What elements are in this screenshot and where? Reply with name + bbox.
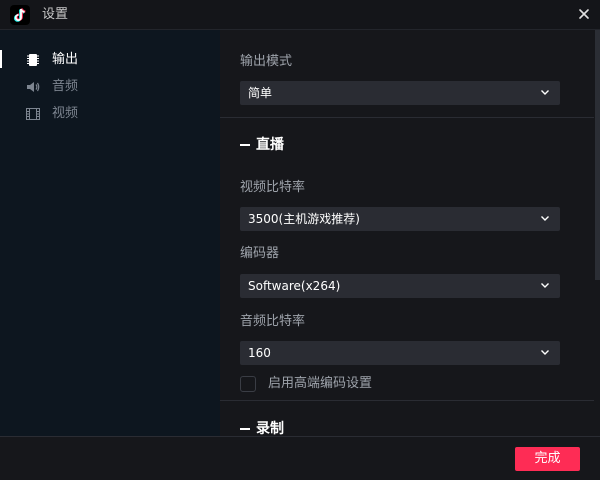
select-value: Software(x264) <box>248 279 341 293</box>
audio-bitrate-label: 音频比特率 <box>240 314 306 329</box>
output-chip-icon <box>27 54 39 66</box>
scroll-thumb[interactable] <box>595 30 600 280</box>
encoder-select[interactable]: Software(x264) <box>240 274 560 298</box>
sidebar-item-output[interactable]: 输出 <box>0 47 220 73</box>
audio-bitrate-select[interactable]: 160 <box>240 341 560 365</box>
select-value: 简单 <box>248 86 273 100</box>
section-title: 录制 <box>256 421 284 436</box>
sidebar-item-label: 视频 <box>52 106 79 121</box>
title-bar: 设置 <box>0 0 600 30</box>
tiktok-logo-icon <box>10 5 30 25</box>
select-value: 3500(主机游戏推荐) <box>248 212 360 226</box>
sidebar-item-audio[interactable]: 音频 <box>0 74 220 100</box>
advanced-encoding-checkbox[interactable] <box>240 376 256 392</box>
settings-content: 输出模式 简单 直播 视频比特率 3500(主机游戏推荐) 编码器 Softwa… <box>220 30 600 436</box>
advanced-encoding-label: 启用高端编码设置 <box>268 376 373 391</box>
sidebar-item-video[interactable]: 视频 <box>0 101 220 127</box>
window-title: 设置 <box>42 7 69 22</box>
sidebar-item-label: 音频 <box>52 79 79 94</box>
chevron-down-icon <box>541 90 549 95</box>
divider <box>220 400 594 401</box>
output-mode-select[interactable]: 简单 <box>240 81 560 105</box>
footer: 完成 <box>0 436 600 480</box>
output-mode-label: 输出模式 <box>240 54 293 69</box>
chevron-down-icon <box>541 283 549 288</box>
sidebar: 输出 音频 视频 <box>0 30 220 436</box>
video-bitrate-select[interactable]: 3500(主机游戏推荐) <box>240 207 560 231</box>
collapse-icon <box>240 428 250 430</box>
select-value: 160 <box>248 346 271 360</box>
divider <box>220 117 594 118</box>
sidebar-item-label: 输出 <box>52 52 79 67</box>
done-button[interactable]: 完成 <box>515 447 580 471</box>
chevron-down-icon <box>541 216 549 221</box>
encoder-label: 编码器 <box>240 246 280 261</box>
scrollbar[interactable] <box>595 30 600 436</box>
section-title: 直播 <box>256 137 284 153</box>
settings-window: 设置 输出 音频 视频 输出模式 简单 直播 视频比特率 3500(主机游戏推荐… <box>0 0 600 480</box>
close-icon[interactable] <box>578 8 590 20</box>
collapse-icon <box>240 144 250 146</box>
advanced-encoding-row: 启用高端编码设置 <box>240 376 440 394</box>
speaker-icon <box>27 82 40 92</box>
active-indicator <box>0 50 2 68</box>
video-bitrate-label: 视频比特率 <box>240 180 306 195</box>
film-icon <box>26 108 40 120</box>
chevron-down-icon <box>541 350 549 355</box>
